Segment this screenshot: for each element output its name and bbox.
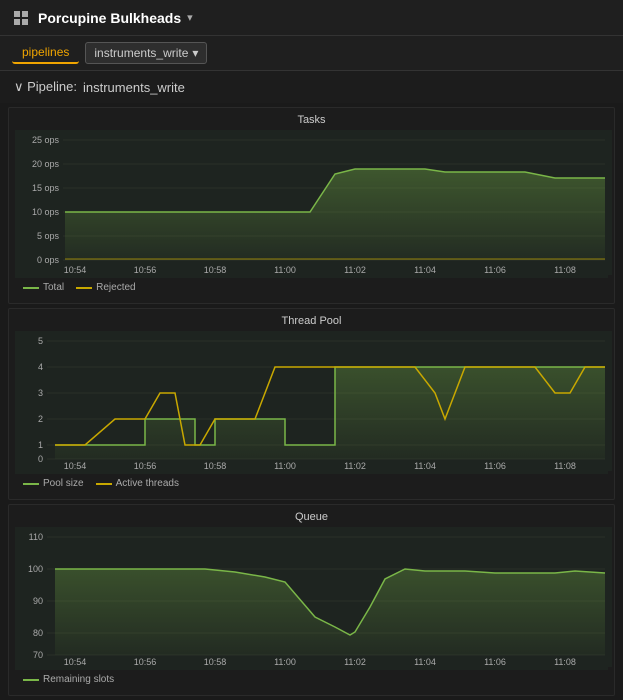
svg-text:5 ops: 5 ops xyxy=(37,231,60,241)
tasks-legend: Total Rejected xyxy=(15,278,608,297)
svg-text:11:04: 11:04 xyxy=(414,461,436,471)
remaining-slots-line xyxy=(23,679,39,681)
svg-text:0: 0 xyxy=(38,454,43,464)
svg-text:11:02: 11:02 xyxy=(344,265,366,275)
svg-text:11:08: 11:08 xyxy=(554,461,576,471)
threadpool-legend-poolsize: Pool size xyxy=(23,478,84,489)
queue-chart-title: Queue xyxy=(15,511,608,523)
queue-chart-container: Queue 110 100 90 80 70 10:54 10:56 10:58… xyxy=(8,504,615,696)
svg-text:10:54: 10:54 xyxy=(64,461,87,471)
tab-pipelines[interactable]: pipelines xyxy=(12,42,79,64)
svg-text:100: 100 xyxy=(28,564,43,574)
dropdown-arrow: ▾ xyxy=(192,46,198,60)
tasks-total-line xyxy=(23,287,39,289)
svg-text:0 ops: 0 ops xyxy=(37,255,60,265)
svg-text:10:56: 10:56 xyxy=(134,657,157,667)
tasks-total-label: Total xyxy=(43,282,64,293)
queue-legend: Remaining slots xyxy=(15,670,608,689)
active-threads-line xyxy=(96,483,112,485)
svg-text:3: 3 xyxy=(38,388,43,398)
svg-text:10:56: 10:56 xyxy=(134,265,157,275)
pipeline-name: instruments_write xyxy=(83,80,185,95)
svg-text:10:54: 10:54 xyxy=(64,657,87,667)
tasks-chart-container: Tasks 25 ops 20 ops 15 ops 10 ops 5 ops … xyxy=(8,107,615,304)
tasks-svg: 25 ops 20 ops 15 ops 10 ops 5 ops 0 ops … xyxy=(15,130,612,275)
svg-text:10:58: 10:58 xyxy=(204,265,227,275)
tasks-rejected-line xyxy=(76,287,92,289)
svg-text:11:00: 11:00 xyxy=(274,265,296,275)
svg-text:110: 110 xyxy=(29,532,43,542)
threadpool-legend-active: Active threads xyxy=(96,478,179,489)
pipeline-title: ∨ Pipeline: instruments_write xyxy=(0,71,623,103)
svg-text:15 ops: 15 ops xyxy=(32,183,60,193)
svg-text:11:04: 11:04 xyxy=(414,657,436,667)
tasks-chart-title: Tasks xyxy=(15,114,608,126)
svg-text:20 ops: 20 ops xyxy=(32,159,60,169)
dropdown-label: instruments_write xyxy=(94,46,188,60)
svg-text:11:08: 11:08 xyxy=(554,265,576,275)
svg-text:11:08: 11:08 xyxy=(554,657,576,667)
threadpool-svg: 5 4 3 2 1 0 10:54 10:56 10:58 11:00 11:0… xyxy=(15,331,612,471)
header-dropdown-arrow[interactable]: ▾ xyxy=(187,11,193,24)
pipeline-prefix: ∨ Pipeline: xyxy=(14,79,77,95)
tasks-legend-rejected: Rejected xyxy=(76,282,135,293)
threadpool-chart-container: Thread Pool 5 4 3 2 1 0 10:54 10:56 10:5… xyxy=(8,308,615,500)
svg-text:11:04: 11:04 xyxy=(414,265,436,275)
tab-instruments-write-dropdown[interactable]: instruments_write ▾ xyxy=(85,42,207,64)
svg-text:11:02: 11:02 xyxy=(344,461,366,471)
svg-text:10:54: 10:54 xyxy=(64,265,87,275)
tab-bar: pipelines instruments_write ▾ xyxy=(0,36,623,71)
tasks-chart-area: 25 ops 20 ops 15 ops 10 ops 5 ops 0 ops … xyxy=(15,130,608,278)
tasks-legend-total: Total xyxy=(23,282,64,293)
threadpool-chart-title: Thread Pool xyxy=(15,315,608,327)
svg-text:10:56: 10:56 xyxy=(134,461,157,471)
svg-text:5: 5 xyxy=(38,336,43,346)
svg-text:10:58: 10:58 xyxy=(204,461,227,471)
svg-text:11:06: 11:06 xyxy=(484,657,506,667)
header: Porcupine Bulkheads ▾ xyxy=(0,0,623,36)
queue-legend-remaining: Remaining slots xyxy=(23,674,114,685)
remaining-slots-label: Remaining slots xyxy=(43,674,114,685)
svg-text:11:06: 11:06 xyxy=(484,461,506,471)
svg-text:11:00: 11:00 xyxy=(274,461,296,471)
svg-text:10:58: 10:58 xyxy=(204,657,227,667)
pool-size-label: Pool size xyxy=(43,478,84,489)
active-threads-label: Active threads xyxy=(116,478,179,489)
threadpool-chart-area: 5 4 3 2 1 0 10:54 10:56 10:58 11:00 11:0… xyxy=(15,331,608,474)
svg-text:10 ops: 10 ops xyxy=(32,207,60,217)
tasks-rejected-label: Rejected xyxy=(96,282,135,293)
svg-text:1: 1 xyxy=(38,440,43,450)
svg-text:25 ops: 25 ops xyxy=(32,135,60,145)
grid-icon xyxy=(12,9,30,27)
svg-text:11:00: 11:00 xyxy=(274,657,296,667)
app-title: Porcupine Bulkheads xyxy=(38,10,181,26)
pool-size-line xyxy=(23,483,39,485)
svg-text:2: 2 xyxy=(38,414,43,424)
svg-text:4: 4 xyxy=(38,362,43,372)
threadpool-legend: Pool size Active threads xyxy=(15,474,608,493)
svg-text:90: 90 xyxy=(33,596,43,606)
svg-text:11:06: 11:06 xyxy=(484,265,506,275)
queue-svg: 110 100 90 80 70 10:54 10:56 10:58 11:00… xyxy=(15,527,612,667)
svg-text:70: 70 xyxy=(33,650,43,660)
queue-chart-area: 110 100 90 80 70 10:54 10:56 10:58 11:00… xyxy=(15,527,608,670)
svg-text:80: 80 xyxy=(33,628,43,638)
svg-text:11:02: 11:02 xyxy=(344,657,366,667)
